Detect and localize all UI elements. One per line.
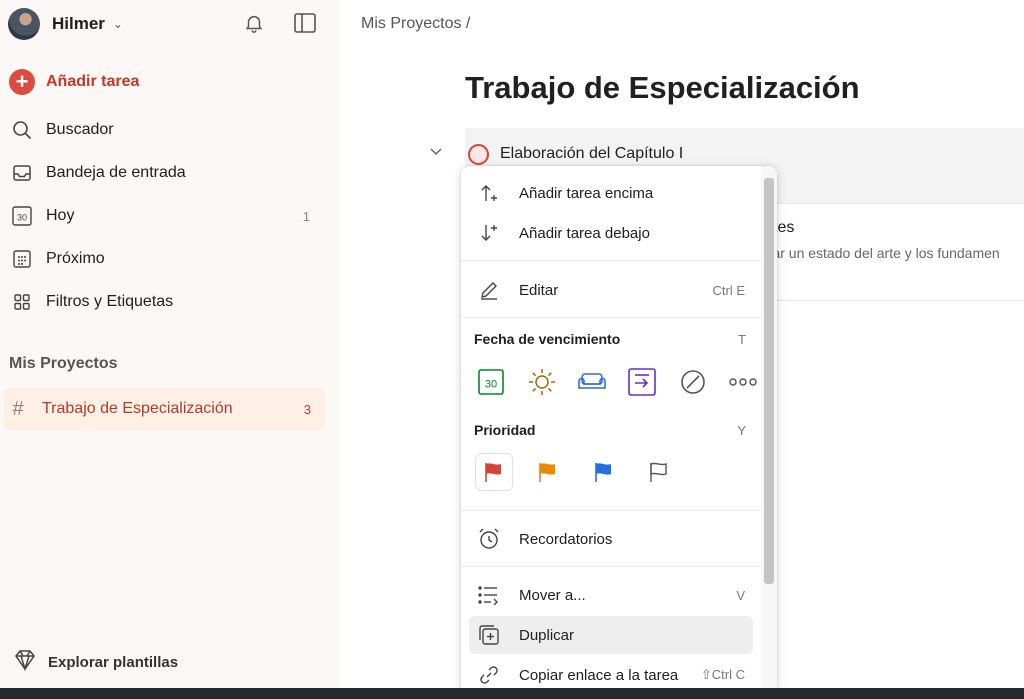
menu-item-duplicate[interactable]: Duplicar [469, 616, 753, 654]
shortcut-label: Y [737, 423, 746, 438]
add-task-button[interactable]: + Añadir tarea [8, 64, 324, 100]
link-icon [475, 664, 503, 686]
arrow-up-plus-icon [475, 183, 503, 203]
scrollbar-thumb[interactable] [764, 178, 774, 584]
add-task-label: Añadir tarea [46, 73, 140, 90]
sidebar-item-label: Filtros y Etiquetas [46, 293, 174, 310]
breadcrumb[interactable]: Mis Proyectos / [361, 15, 470, 33]
my-projects-heading[interactable]: Mis Proyectos [9, 355, 117, 373]
sun-icon [529, 369, 555, 395]
search-icon [8, 116, 36, 144]
more-options-button[interactable] [727, 366, 759, 398]
sidebar-item-label: Próximo [46, 250, 105, 267]
filters-icon [8, 288, 36, 316]
menu-item-move[interactable]: Mover a... V [469, 576, 753, 614]
shortcut-label: ⇧Ctrl C [700, 667, 745, 682]
subtask-description: orar un estado del arte y los fundamen [760, 245, 1000, 261]
priority-heading: Prioridad [474, 422, 536, 438]
flag-red-icon [485, 463, 501, 482]
page-title[interactable]: Trabajo de Especialización [465, 70, 860, 106]
menu-item-label: Duplicar [519, 626, 575, 644]
sidebar-item-inbox[interactable]: Bandeja de entrada [8, 155, 324, 191]
no-date-button[interactable] [677, 366, 709, 398]
move-list-icon [475, 584, 503, 606]
no-date-icon [681, 370, 705, 394]
pencil-icon [475, 279, 503, 301]
sidebar-item-label: Hoy [46, 207, 75, 224]
calendar-today-icon: 30 [478, 369, 504, 395]
menu-item-label: Añadir tarea encima [519, 184, 654, 202]
shortcut-label: T [738, 332, 746, 347]
plus-icon: + [8, 68, 36, 96]
priority-2-button[interactable] [529, 453, 567, 491]
bell-icon[interactable] [241, 10, 267, 36]
date-weekend-button[interactable] [576, 366, 608, 398]
inbox-icon [8, 159, 36, 187]
date-next-week-button[interactable] [626, 366, 658, 398]
sidebar-toggle-icon[interactable] [292, 10, 318, 36]
sidebar-item-search[interactable]: Buscador [8, 112, 324, 148]
menu-item-edit[interactable]: Editar Ctrl E [469, 271, 753, 309]
menu-item-reminders[interactable]: Recordatorios [469, 520, 753, 558]
sidebar-item-upcoming[interactable]: Próximo [8, 241, 324, 277]
next-week-icon [628, 368, 656, 396]
templates-label: Explorar plantillas [48, 653, 179, 671]
duplicate-icon [475, 624, 503, 646]
menu-item-add-above[interactable]: Añadir tarea encima [469, 174, 753, 212]
chevron-down-icon[interactable] [429, 144, 443, 160]
avatar [8, 8, 40, 40]
menu-scrollbar[interactable] [761, 166, 777, 694]
priority-4-button[interactable] [640, 453, 678, 491]
calendar-grid-icon [8, 245, 36, 273]
user-menu[interactable]: Hilmer ⌄ [8, 8, 123, 40]
sidebar-item-today[interactable]: 30 Hoy 1 [8, 198, 324, 234]
task-checkbox[interactable] [468, 144, 489, 165]
sidebar-item-count: 3 [303, 401, 311, 417]
calendar-today-icon: 30 [8, 202, 36, 230]
task-title[interactable]: Elaboración del Capítulo I [500, 145, 683, 163]
menu-item-add-below[interactable]: Añadir tarea debajo [469, 214, 753, 252]
menu-divider [461, 317, 761, 318]
shortcut-label: V [736, 587, 745, 603]
svg-text:30: 30 [17, 213, 27, 223]
flag-orange-icon [539, 463, 555, 482]
sidebar-item-count: 1 [302, 208, 310, 224]
date-tomorrow-button[interactable] [526, 366, 558, 398]
menu-item-label: Copiar enlace a la tarea [519, 666, 679, 684]
flag-blue-icon [595, 463, 611, 482]
chevron-down-icon: ⌄ [112, 17, 123, 31]
sidebar-item-filters[interactable]: Filtros y Etiquetas [8, 284, 324, 320]
arrow-down-plus-icon [475, 223, 503, 243]
flag-outline-icon [650, 462, 667, 482]
svg-text:30: 30 [485, 379, 497, 391]
sofa-icon [578, 373, 606, 389]
hash-icon: # [12, 397, 24, 420]
os-taskbar [0, 688, 1024, 699]
user-name: Hilmer [52, 14, 105, 33]
templates-icon [12, 648, 38, 676]
divider [760, 300, 1024, 301]
priority-1-button[interactable] [475, 453, 513, 491]
menu-divider [461, 566, 761, 567]
menu-item-label: Añadir tarea debajo [519, 224, 650, 242]
sidebar-item-label: Trabajo de Especialización [42, 400, 233, 417]
alarm-clock-icon [475, 527, 503, 551]
sidebar-item-label: Bandeja de entrada [46, 164, 186, 181]
sidebar: Hilmer ⌄ + Añadir tarea Buscador Bandeja… [0, 0, 340, 688]
menu-item-label: Recordatorios [519, 530, 613, 548]
explore-templates-link[interactable]: Explorar plantillas [12, 648, 178, 676]
sidebar-item-label: Buscador [46, 121, 114, 138]
shortcut-label: Ctrl E [712, 282, 746, 298]
more-icon [729, 378, 757, 386]
date-today-button[interactable]: 30 [475, 366, 507, 398]
sidebar-item-project[interactable]: # Trabajo de Especialización 3 [4, 388, 325, 430]
priority-3-button[interactable] [585, 453, 623, 491]
due-date-heading: Fecha de vencimiento [474, 331, 621, 347]
menu-item-label: Mover a... [519, 586, 586, 604]
task-context-menu: Añadir tarea encima Añadir tarea debajo … [461, 166, 777, 694]
menu-item-label: Editar [519, 281, 559, 299]
menu-divider [461, 260, 761, 261]
menu-divider [461, 510, 761, 511]
